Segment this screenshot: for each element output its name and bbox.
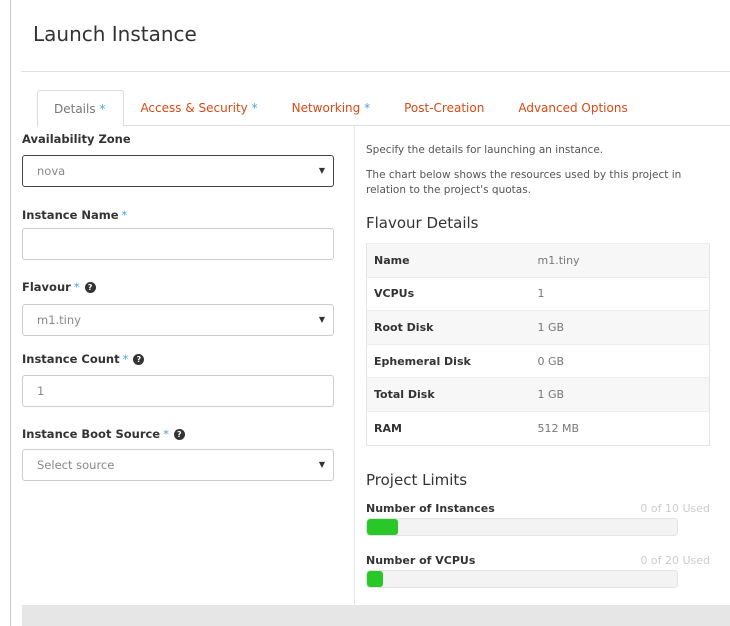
label-text: Flavour [22,280,71,294]
help-icon[interactable]: ? [133,353,145,365]
required-marker: * [99,102,106,116]
tab-advanced-options[interactable]: Advanced Options [502,90,645,126]
tab-post-creation[interactable]: Post-Creation [388,90,502,126]
instances-progress-bar [366,518,678,536]
required-marker: * [163,427,169,441]
select-value: m1.tiny [37,313,81,327]
table-row: RAM 512 MB [366,410,710,446]
select-value: nova [37,164,66,178]
label-text: Availability Zone [22,132,131,146]
required-marker: * [122,352,129,366]
required-marker: * [121,208,128,222]
tab-label: Networking [291,101,361,115]
chevron-down-icon: ▼ [318,315,325,324]
quota-description: The chart below shows the resources used… [366,169,682,196]
vcpus-used-text: 0 of 20 Used [640,554,710,567]
label-text: Instance Boot Source [22,427,161,441]
detail-value: 1 GB [530,377,710,412]
tab-networking[interactable]: Networking * [276,90,389,126]
table-row: Root Disk 1 GB [366,310,710,345]
detail-key: Name [366,243,531,278]
detail-key: Root Disk [366,310,531,345]
chevron-down-icon: ▼ [318,460,325,469]
label-text: Instance Count [22,352,120,366]
header-divider [21,71,730,72]
help-icon[interactable]: ? [84,281,96,293]
table-row: Ephemeral Disk 0 GB [366,343,710,378]
select-value: Select source [37,458,115,472]
detail-value: 1 GB [530,310,710,345]
column-divider [354,126,355,606]
intro-text: Specify the details for launching an ins… [366,144,604,156]
instance-count-label: Instance Count * ? [22,352,145,366]
boot-source-select[interactable]: Select source ▼ [22,449,334,481]
availability-zone-label: Availability Zone [22,132,131,146]
vcpus-limit-label: Number of VCPUs [366,554,476,567]
tab-label: Access & Security [140,101,248,115]
instances-progress-fill [367,519,398,535]
tab-label: Advanced Options [518,101,628,115]
vcpus-progress-fill [367,571,383,587]
wizard-tabs: Details * Access & Security * Networking… [37,90,730,127]
instance-count-input[interactable]: 1 [22,375,334,407]
instance-name-label: Instance Name * [22,208,127,222]
table-row: Total Disk 1 GB [366,377,710,412]
flavour-details-table: Name m1.tiny VCPUs 1 Root Disk 1 GB Ephe… [366,243,710,446]
vcpus-progress-bar [366,570,678,588]
tab-label: Post-Creation [404,101,485,115]
label-text: Instance Name [22,208,119,222]
tab-label: Details [54,102,96,116]
table-row: Name m1.tiny [366,243,710,278]
boot-source-label: Instance Boot Source * ? [22,427,185,441]
table-row: VCPUs 1 [366,276,710,311]
detail-key: RAM [366,410,531,446]
flavour-label: Flavour * ? [22,280,96,294]
chevron-down-icon: ▼ [318,166,325,175]
instances-used-text: 0 of 10 Used [640,502,710,515]
tab-details[interactable]: Details * [37,90,125,127]
required-marker: * [73,280,80,294]
required-marker: * [251,101,258,115]
input-value: 1 [37,384,45,398]
flavour-select[interactable]: m1.tiny ▼ [22,304,334,336]
availability-zone-select[interactable]: nova ▼ [22,155,334,187]
flavour-details-title: Flavour Details [366,214,479,232]
detail-key: VCPUs [366,276,531,311]
detail-value: 512 MB [530,410,710,446]
dialog-title: Launch Instance [33,22,197,46]
detail-value: 0 GB [530,343,710,378]
detail-key: Total Disk [366,377,531,412]
detail-value: 1 [530,276,710,311]
help-icon[interactable]: ? [173,428,185,440]
project-limits-title: Project Limits [366,471,468,489]
required-marker: * [364,101,371,115]
detail-value: m1.tiny [530,243,710,278]
tab-access-security[interactable]: Access & Security * [124,90,275,126]
dialog-footer [22,605,730,626]
instances-limit-label: Number of Instances [366,502,495,515]
detail-key: Ephemeral Disk [366,343,531,378]
instance-name-input[interactable] [22,228,334,260]
